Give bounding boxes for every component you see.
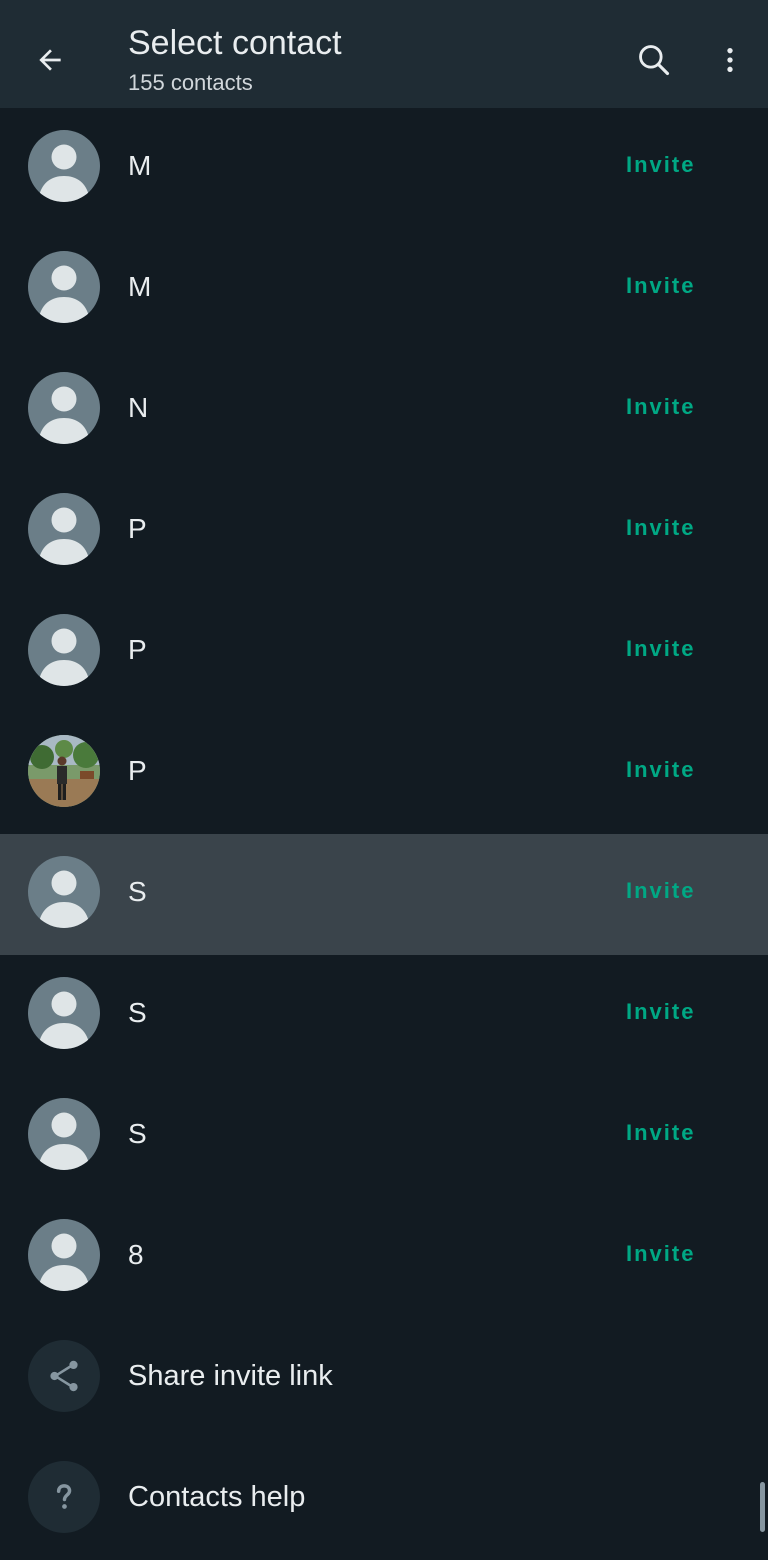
back-button[interactable]: [26, 36, 74, 84]
default-avatar-icon: [28, 856, 100, 928]
invite-button[interactable]: Invite: [626, 152, 695, 178]
invite-button[interactable]: Invite: [626, 1241, 695, 1267]
contact-photo-avatar: [28, 735, 100, 807]
page-title: Select contact: [128, 24, 342, 62]
share-icon: [28, 1340, 100, 1412]
invite-button[interactable]: Invite: [626, 394, 695, 420]
contact-name: P: [128, 755, 147, 786]
contact-row[interactable]: M Invite: [0, 108, 768, 229]
contacts-count: 155 contacts: [128, 70, 253, 95]
search-icon: [639, 45, 670, 76]
contact-row[interactable]: 8 Invite: [0, 1197, 768, 1318]
default-avatar-icon: [28, 1098, 100, 1170]
default-avatar-icon: [28, 251, 100, 323]
scrollbar-thumb[interactable]: [760, 1482, 765, 1532]
invite-button[interactable]: Invite: [626, 999, 695, 1025]
search-button[interactable]: [630, 36, 678, 84]
contact-name: P: [128, 634, 147, 665]
more-vert-icon: [727, 48, 733, 72]
contact-name: P: [128, 513, 147, 544]
contact-list: M Invite M Invite N Invite P Invite P In…: [0, 108, 768, 1560]
contacts-help-row[interactable]: Contacts help: [0, 1439, 768, 1560]
contact-row-highlighted[interactable]: S Invite: [0, 834, 768, 955]
contact-name: S: [128, 876, 147, 907]
contact-row[interactable]: P Invite: [0, 471, 768, 592]
contacts-help-label: Contacts help: [128, 1481, 306, 1513]
default-avatar-icon: [28, 614, 100, 686]
share-invite-link-label: Share invite link: [128, 1360, 333, 1392]
invite-button[interactable]: Invite: [626, 515, 695, 541]
help-icon: [28, 1461, 100, 1533]
more-options-button[interactable]: [706, 36, 754, 84]
default-avatar-icon: [28, 130, 100, 202]
invite-button[interactable]: Invite: [626, 878, 695, 904]
contact-row[interactable]: S Invite: [0, 955, 768, 1076]
arrow-left-icon: [39, 49, 61, 71]
invite-button[interactable]: Invite: [626, 1120, 695, 1146]
contact-row[interactable]: P Invite: [0, 713, 768, 834]
contact-name: 8: [128, 1239, 144, 1270]
default-avatar-icon: [28, 493, 100, 565]
default-avatar-icon: [28, 1219, 100, 1291]
contact-name: M: [128, 271, 152, 302]
default-avatar-icon: [28, 977, 100, 1049]
contact-row[interactable]: P Invite: [0, 592, 768, 713]
contact-name: S: [128, 1118, 147, 1149]
default-avatar-icon: [28, 372, 100, 444]
invite-button[interactable]: Invite: [626, 273, 695, 299]
invite-button[interactable]: Invite: [626, 636, 695, 662]
invite-button[interactable]: Invite: [626, 757, 695, 783]
contact-row[interactable]: M Invite: [0, 229, 768, 350]
contact-name: S: [128, 997, 147, 1028]
contact-name: M: [128, 150, 152, 181]
contact-name: N: [128, 392, 149, 423]
share-invite-link-row[interactable]: Share invite link: [0, 1318, 768, 1439]
contact-row[interactable]: N Invite: [0, 350, 768, 471]
contact-row[interactable]: S Invite: [0, 1076, 768, 1197]
app-bar: Select contact 155 contacts: [0, 0, 768, 108]
